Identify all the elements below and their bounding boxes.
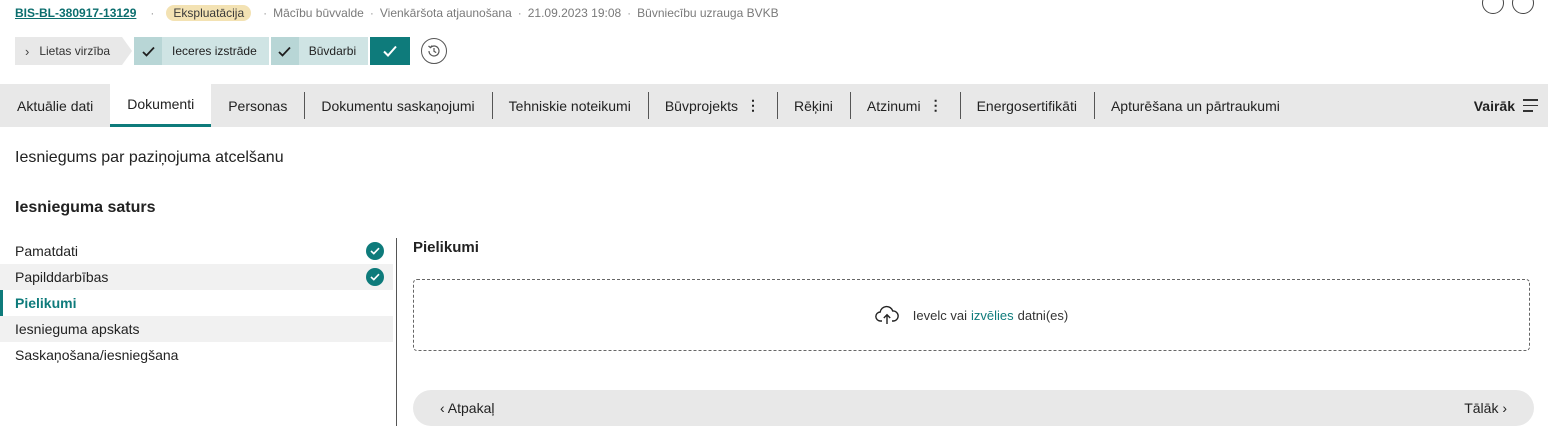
back-button[interactable]: ‹ Atpakaļ <box>440 400 494 416</box>
tab-label: Dokumentu saskaņojumi <box>321 97 475 114</box>
separator-dot: · <box>150 6 155 20</box>
file-dropzone[interactable]: Ievelc vai izvēlies datni(es) <box>413 279 1530 351</box>
panel-title: Pielikumi <box>413 239 479 256</box>
tab-label: Dokumenti <box>127 96 195 112</box>
case-timestamp: 21.09.2023 19:08 <box>527 6 622 20</box>
top-right-actions <box>1482 0 1534 14</box>
lietas-virziba-label: Lietas virzība <box>39 44 111 58</box>
separator-dot: · <box>263 6 268 20</box>
case-info-line: BIS-BL-380917-13129 · Ekspluatācija · Mā… <box>15 4 779 22</box>
tab-label: Rēķini <box>793 97 833 114</box>
user-icon[interactable] <box>1512 0 1534 14</box>
chevron-left-icon: ‹ <box>440 400 448 416</box>
procedure-type: Vienkāršota atjaunošana <box>379 6 512 20</box>
separator-dot: · <box>369 6 374 20</box>
more-label: Vairāk <box>1473 97 1515 114</box>
next-button[interactable]: Tālāk › <box>1464 400 1507 416</box>
next-label: Tālāk <box>1464 400 1499 416</box>
tab-label: Atzinumi <box>866 97 921 114</box>
progress-step-ieceres: Ieceres izstrāde <box>134 37 269 65</box>
nav-item-label: Pielikumi <box>15 295 77 311</box>
tab-personas[interactable]: Personas <box>211 84 304 127</box>
tab-energosertifikati[interactable]: Energosertifikāti <box>959 84 1094 127</box>
separator-dot: · <box>517 6 522 20</box>
help-icon[interactable] <box>1482 0 1504 14</box>
nav-item-papilddarbibas[interactable]: Papilddarbības <box>0 264 393 290</box>
tab-aktualie-dati[interactable]: Aktuālie dati <box>0 84 110 127</box>
lietas-virziba-toggle[interactable]: › Lietas virzība <box>15 37 132 65</box>
check-icon <box>134 37 163 65</box>
nav-item-label: Papilddarbības <box>15 269 109 285</box>
tab-label: Energosertifikāti <box>976 97 1077 114</box>
content-title: Iesnieguma saturs <box>15 199 156 216</box>
more-tabs-button[interactable]: Vairāk <box>1474 84 1538 127</box>
chevron-right-icon: › <box>1498 400 1507 416</box>
tab-rekini[interactable]: Rēķini <box>776 84 850 127</box>
history-icon[interactable] <box>421 38 448 64</box>
chevron-right-icon: › <box>25 43 30 59</box>
nav-item-saskanosana[interactable]: Saskaņošana/iesniegšana <box>0 342 393 368</box>
nav-item-pamatdati[interactable]: Pamatdati <box>0 238 393 264</box>
nav-item-label: Iesnieguma apskats <box>15 321 140 337</box>
vertical-divider <box>396 238 397 426</box>
wizard-footer: ‹ Atpakaļ Tālāk › <box>413 390 1534 426</box>
dropzone-text: datni(es) <box>1017 307 1069 323</box>
progress-step-current <box>370 37 411 65</box>
progress-step-label: Būvdarbi <box>308 44 357 58</box>
nav-item-label: Saskaņošana/iesniegšana <box>15 347 179 363</box>
application-steps-nav: Pamatdati Papilddarbības Pielikumi Iesni… <box>0 238 393 368</box>
tab-label: Būvprojekts <box>664 97 738 114</box>
dropzone-text: Ievelc vai <box>912 307 967 323</box>
completed-check-icon <box>366 242 384 260</box>
tab-label: Apturēšana un pārtraukumi <box>1110 97 1280 114</box>
tab-atzinumi[interactable]: Atzinumi ⋮ <box>849 84 960 127</box>
back-label: Atpakaļ <box>447 400 495 416</box>
nav-item-iesnieguma-apskats[interactable]: Iesnieguma apskats <box>0 316 393 342</box>
menu-lines-icon <box>1523 99 1538 112</box>
case-id-link[interactable]: BIS-BL-380917-13129 <box>15 6 136 20</box>
authority-name: Mācību būvvalde <box>273 6 364 20</box>
status-badge: Ekspluatācija <box>166 5 252 21</box>
tab-apturesana[interactable]: Apturēšana un pārtraukumi <box>1093 84 1297 127</box>
tab-dokumenti[interactable]: Dokumenti <box>110 84 212 127</box>
nav-item-pielikumi[interactable]: Pielikumi <box>0 290 393 316</box>
separator-dot: · <box>627 6 632 20</box>
progress-step-label: Ieceres izstrāde <box>172 44 257 58</box>
tab-dokumentu-saskanojumi[interactable]: Dokumentu saskaņojumi <box>304 84 491 127</box>
completed-check-icon <box>366 268 384 286</box>
case-progress: › Lietas virzība Ieceres izstrāde Būvdar… <box>15 37 448 65</box>
nav-item-label: Pamatdati <box>15 243 79 259</box>
supervisor: Būvniecību uzrauga BVKB <box>637 6 779 20</box>
tab-label: Tehniskie noteikumi <box>508 97 631 114</box>
tab-buvprojekts[interactable]: Būvprojekts ⋮ <box>647 84 777 127</box>
kebab-menu-icon[interactable]: ⋮ <box>746 97 760 114</box>
tab-tehniskie-noteikumi[interactable]: Tehniskie noteikumi <box>491 84 648 127</box>
choose-file-link[interactable]: izvēlies <box>971 308 1014 323</box>
progress-step-buvdarbi: Būvdarbi <box>270 37 369 65</box>
check-icon <box>270 37 299 65</box>
tab-label: Aktuālie dati <box>17 97 94 114</box>
kebab-menu-icon[interactable]: ⋮ <box>929 97 943 114</box>
main-tabs: Aktuālie dati Dokumenti Personas Dokumen… <box>0 84 1548 127</box>
cloud-upload-icon <box>874 305 899 325</box>
check-icon <box>383 45 397 57</box>
document-title: Iesniegums par paziņojuma atcelšanu <box>15 149 284 166</box>
tab-label: Personas <box>228 97 288 114</box>
